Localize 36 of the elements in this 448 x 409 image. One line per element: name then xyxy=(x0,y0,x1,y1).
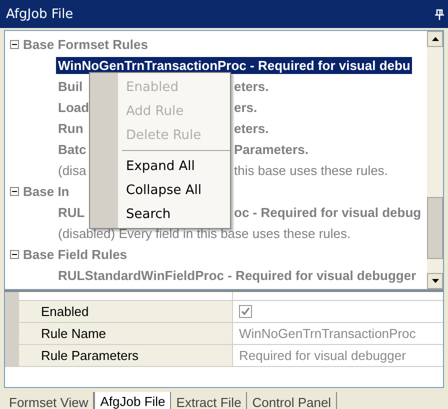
tree-group-label[interactable]: Base Field Rules xyxy=(23,247,128,262)
tree-item-text: eters. xyxy=(233,120,270,137)
menu-item[interactable]: Collapse All xyxy=(90,178,230,202)
tree-item[interactable]: (disabled) Every field in this base uses these rules. xyxy=(56,225,353,242)
pin-icon[interactable] xyxy=(435,8,444,20)
tree-item[interactable]: WinNoGenTrnTransactionProc - Required for visual debu xyxy=(56,57,412,74)
tree-item[interactable]: RULStandardWinFieldProc - Required for visual debugger xyxy=(56,267,418,284)
menu-item[interactable]: Search xyxy=(90,202,230,226)
tree-item[interactable]: Run xyxy=(56,120,86,137)
tree-item-text: this base uses these rules. xyxy=(233,162,389,179)
vertical-scrollbar[interactable] xyxy=(427,31,443,289)
tree-item-text: oc - Required for visual debug xyxy=(233,204,422,221)
collapse-icon[interactable] xyxy=(10,250,19,259)
checkbox[interactable] xyxy=(239,305,252,318)
scroll-up-button[interactable] xyxy=(427,31,443,47)
tree-item-text: Parameters. xyxy=(233,141,310,158)
scroll-thumb[interactable] xyxy=(427,197,443,259)
menu-item[interactable]: Expand All xyxy=(90,154,230,178)
tree-item[interactable]: Buil xyxy=(56,78,85,95)
down-arrow-icon xyxy=(432,279,438,283)
window-title: AfgJob File xyxy=(6,6,74,22)
up-arrow-icon xyxy=(432,37,438,41)
tab[interactable]: Control Panel xyxy=(247,392,338,409)
scroll-down-button[interactable] xyxy=(427,273,443,289)
tree-item[interactable]: RUL xyxy=(56,204,87,221)
tab[interactable]: Extract File xyxy=(171,392,248,409)
tree-item[interactable]: (disa xyxy=(56,162,88,179)
collapse-icon[interactable] xyxy=(10,40,19,49)
tab[interactable]: AfgJob File xyxy=(94,392,172,409)
collapse-icon[interactable] xyxy=(10,187,19,196)
tree-item-text: ers. xyxy=(233,99,258,116)
tree-item-text: eters. xyxy=(233,78,270,95)
tree-group-label[interactable]: Base Formset Rules xyxy=(23,37,148,52)
tree-group-label[interactable]: Base In xyxy=(23,184,70,199)
tree-item[interactable]: Load xyxy=(56,99,92,116)
tree-item[interactable]: Batc xyxy=(56,141,88,158)
